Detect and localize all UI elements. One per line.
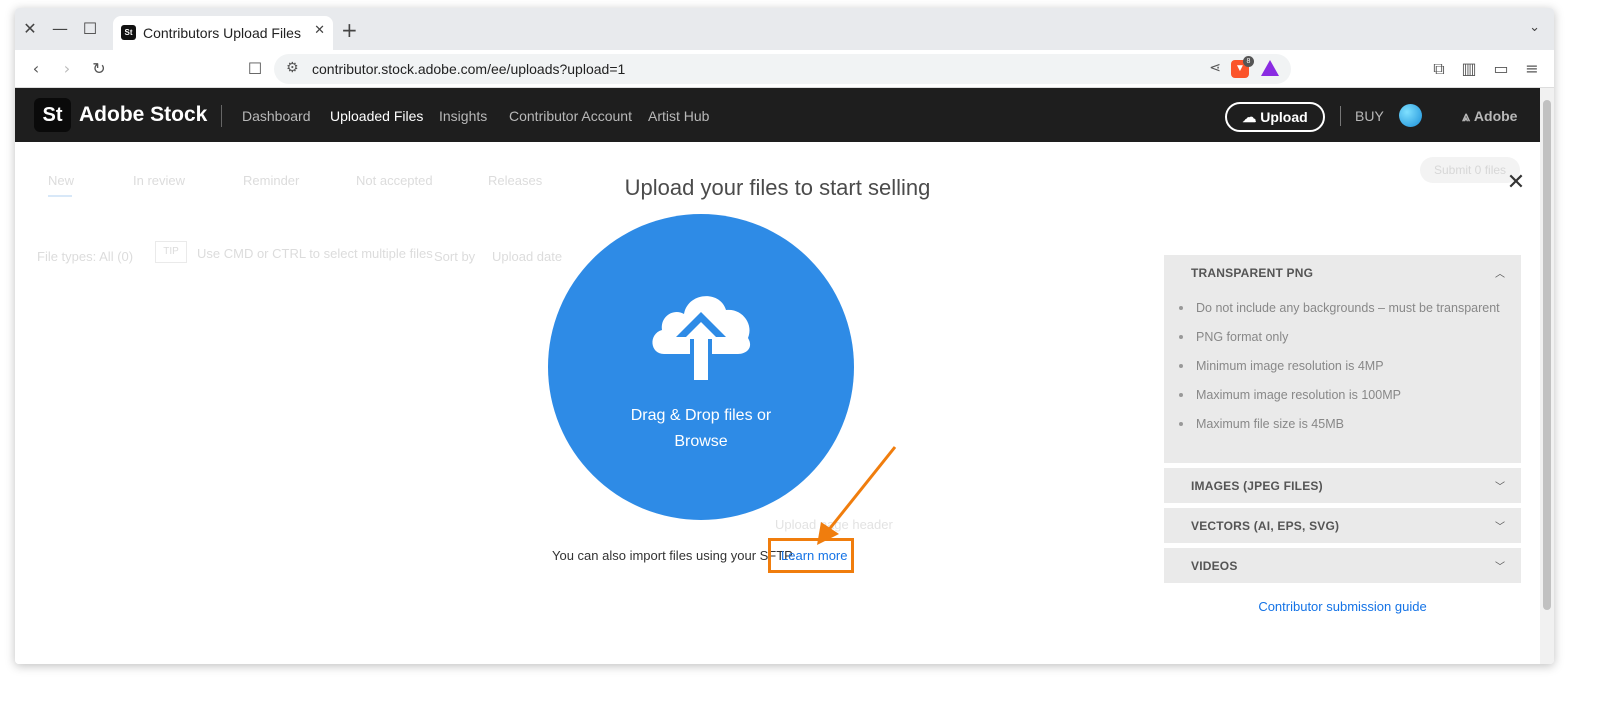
back-icon[interactable]: ‹ [25, 58, 47, 80]
nav-dashboard[interactable]: Dashboard [242, 108, 311, 124]
accordion-title: VIDEOS [1191, 559, 1238, 573]
scrollbar-thumb[interactable] [1543, 100, 1551, 610]
reload-icon[interactable]: ↻ [88, 58, 110, 80]
menu-icon[interactable]: ≡ [1521, 58, 1543, 80]
site-info-icon[interactable]: ⚙ [286, 60, 299, 76]
window-maximize-icon[interactable]: ☐ [79, 18, 101, 40]
nav-contributor-account[interactable]: Contributor Account [509, 108, 632, 124]
list-item: Minimum image resolution is 4MP [1178, 359, 1500, 388]
bg-tab-not-accepted: Not accepted [356, 173, 433, 188]
list-item: Maximum image resolution is 100MP [1178, 388, 1500, 417]
upload-button-label: Upload [1260, 109, 1308, 125]
chevron-down-icon: ﹀ [1495, 522, 1505, 533]
list-item: Maximum file size is 45MB [1178, 417, 1500, 446]
list-item: Do not include any backgrounds – must be… [1178, 301, 1500, 330]
bg-file-types: File types: All (0) [37, 249, 134, 264]
bg-tab-reminder: Reminder [243, 173, 300, 188]
tab-close-icon[interactable]: ✕ [314, 23, 325, 38]
bookmark-icon[interactable]: ☐ [244, 58, 266, 80]
extensions-icon[interactable]: ⧉ [1428, 58, 1450, 80]
window-minimize-icon[interactable]: — [49, 18, 71, 40]
browser-tab[interactable]: St Contributors Upload Files ✕ [113, 16, 333, 50]
tab-strip: ✕ — ☐ St Contributors Upload Files ✕ + ⌄ [15, 8, 1554, 50]
annotation-arrow-icon [817, 446, 897, 545]
share-icon[interactable]: ⋖ [1209, 60, 1221, 76]
new-tab-icon[interactable]: + [341, 18, 358, 42]
browser-window: ✕ — ☐ St Contributors Upload Files ✕ + ⌄… [15, 8, 1554, 664]
upload-button[interactable]: ☁ Upload [1225, 102, 1325, 132]
accordion-header-vectors[interactable]: VECTORS (AI, EPS, SVG) ﹀ [1164, 508, 1521, 543]
accordion-header-images[interactable]: IMAGES (JPEG FILES) ﹀ [1164, 468, 1521, 503]
nav-artist-hub[interactable]: Artist Hub [648, 108, 709, 124]
brave-rewards-icon[interactable] [1261, 60, 1279, 76]
adobe-label: Adobe [1473, 108, 1518, 124]
brand-name[interactable]: Adobe Stock [79, 103, 207, 127]
address-url: contributor.stock.adobe.com/ee/uploads?u… [312, 61, 626, 77]
nav-insights[interactable]: Insights [439, 108, 487, 124]
close-icon[interactable]: ✕ [1505, 172, 1527, 194]
upload-modal: New In review Reminder Not accepted Rele… [15, 142, 1540, 664]
site-header: St Adobe Stock Dashboard Uploaded Files … [15, 88, 1554, 142]
chevron-down-icon: ﹀ [1495, 482, 1505, 493]
file-requirements-accordion: TRANSPARENT PNG ︿ Do not include any bac… [1164, 255, 1521, 588]
requirements-list: Do not include any backgrounds – must be… [1178, 301, 1500, 446]
accordion-title: TRANSPARENT PNG [1191, 266, 1314, 280]
sidebar-icon[interactable]: ▥ [1458, 58, 1480, 80]
bg-tab-underline [48, 195, 72, 197]
sftp-text: You can also import files using your SFT… [552, 548, 795, 563]
drop-zone-label: Drag & Drop files or [630, 407, 772, 424]
cloud-upload-icon [652, 296, 751, 382]
nav-uploaded-files[interactable]: Uploaded Files [330, 108, 423, 124]
adobe-a-icon: ⩓ [1462, 109, 1470, 125]
cloud-upload-icon: ☁ [1242, 109, 1257, 125]
browser-toolbar: ‹ › ↻ ☐ ⚙ contributor.stock.adobe.com/ee… [15, 50, 1554, 88]
header-divider [221, 105, 222, 127]
scrollbar[interactable] [1540, 88, 1554, 664]
avatar[interactable] [1399, 104, 1422, 127]
list-item: PNG format only [1178, 330, 1500, 359]
forward-icon[interactable]: › [56, 58, 78, 80]
chevron-up-icon: ︿ [1495, 269, 1505, 280]
buy-link[interactable]: BUY [1355, 108, 1384, 124]
bg-tab-in-review: In review [133, 173, 186, 188]
adobe-stock-logo[interactable]: St [34, 98, 71, 132]
accordion-title: VECTORS (AI, EPS, SVG) [1191, 519, 1340, 533]
wallet-icon[interactable]: ▭ [1490, 58, 1512, 80]
tab-title: Contributors Upload Files [143, 25, 301, 41]
chevron-down-icon: ﹀ [1495, 562, 1505, 573]
accordion-title: IMAGES (JPEG FILES) [1191, 479, 1323, 493]
accordion-header-videos[interactable]: VIDEOS ﹀ [1164, 548, 1521, 583]
header-divider-right [1340, 106, 1341, 126]
window-close-icon[interactable]: ✕ [19, 18, 41, 40]
brave-shields-count: 8 [1243, 56, 1254, 67]
adobe-stock-favicon-icon: St [121, 25, 136, 40]
adobe-logo[interactable]: ⩓ Adobe [1462, 108, 1517, 125]
accordion-header-transparent-png[interactable]: TRANSPARENT PNG ︿ [1164, 255, 1521, 290]
bg-tip-badge: TIP [155, 241, 187, 263]
bg-tip-text: Use CMD or CTRL to select multiple files [197, 246, 433, 261]
submission-guide-link[interactable]: Contributor submission guide [1164, 599, 1521, 614]
accordion-section-transparent-png: TRANSPARENT PNG ︿ Do not include any bac… [1164, 255, 1521, 463]
address-bar[interactable]: ⚙ contributor.stock.adobe.com/ee/uploads… [274, 54, 1291, 84]
bg-sort-by: Sort by [434, 249, 476, 264]
bg-tab-new: New [48, 173, 75, 188]
tab-search-chevron-icon[interactable]: ⌄ [1529, 20, 1540, 35]
modal-title: Upload your files to start selling [624, 175, 931, 200]
bg-sort-value: Upload date [492, 249, 563, 264]
